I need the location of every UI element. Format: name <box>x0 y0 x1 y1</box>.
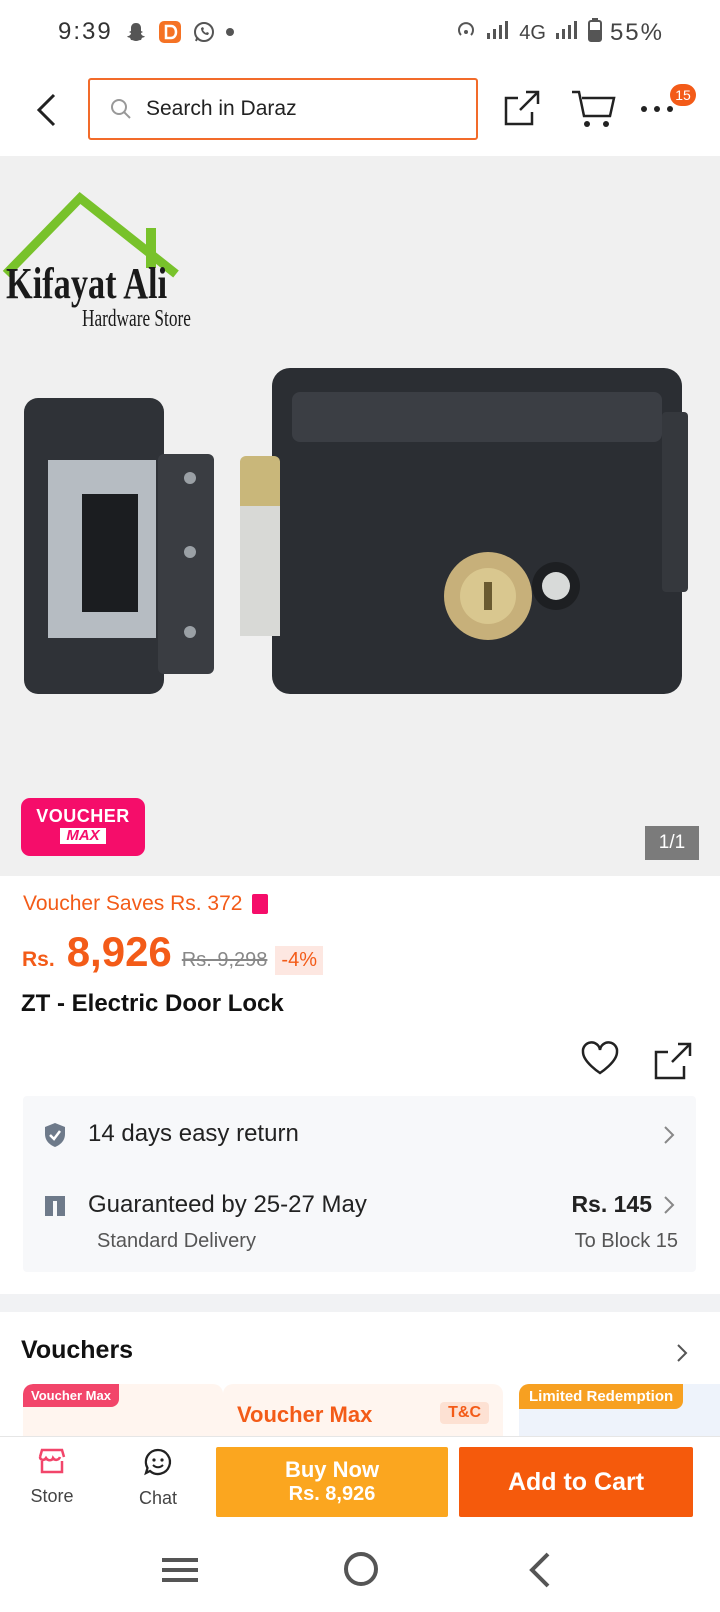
product-share-button[interactable] <box>652 1040 694 1082</box>
voucher-card-title: Voucher Max <box>237 1402 373 1427</box>
store-logo-title: Kifayat Ali <box>6 259 168 308</box>
delivery-location: To Block 15 <box>574 1230 678 1252</box>
whatsapp-icon <box>192 20 216 44</box>
discount-badge: -4% <box>275 946 323 975</box>
product-image <box>24 368 688 694</box>
network-type: 4G <box>519 21 546 44</box>
store-logo-subtitle: Hardware Store <box>82 306 191 332</box>
delivery-info-box: 14 days easy return Guaranteed by 25-27 … <box>23 1096 696 1272</box>
voucher-saves[interactable]: Voucher Saves Rs. 372 <box>23 892 269 916</box>
search-placeholder: Search in Daraz <box>146 97 297 120</box>
return-policy-text: 14 days easy return <box>88 1120 299 1147</box>
voucher-card[interactable]: Voucher Max T&C <box>223 1384 503 1444</box>
voucher-icon <box>252 894 269 914</box>
share-icon <box>504 90 540 126</box>
voucher-card[interactable]: Limited Redemption <box>519 1384 720 1444</box>
back-button[interactable] <box>26 88 66 132</box>
store-button[interactable]: Store <box>22 1447 82 1507</box>
search-icon <box>111 99 131 119</box>
delivery-box-icon <box>45 1196 65 1216</box>
share-icon <box>654 1042 692 1080</box>
section-divider <box>0 1294 720 1312</box>
vouchers-section-title[interactable]: Vouchers <box>21 1336 133 1365</box>
status-bar: 9:39 4G 55% <box>0 0 720 66</box>
delivery-type: Standard Delivery <box>97 1230 256 1252</box>
store-label: Store <box>30 1486 74 1506</box>
buy-now-button[interactable]: Buy Now Rs. 8,926 <box>216 1447 448 1517</box>
system-navigation-bar <box>0 1528 720 1612</box>
voucher-saves-text: Voucher Saves Rs. 372 <box>23 892 243 915</box>
daraz-app-icon <box>158 20 182 44</box>
search-input[interactable]: Search in Daraz <box>88 78 478 140</box>
notification-badge: 15 <box>670 84 696 106</box>
status-time: 9:39 <box>58 18 113 45</box>
home-icon[interactable] <box>342 1550 380 1588</box>
current-price: 8,926 <box>66 928 172 975</box>
voucher-max-badge: VOUCHER MAX <box>21 798 145 856</box>
battery-icon <box>587 18 602 48</box>
chevron-right-icon <box>664 1196 675 1214</box>
buy-now-label: Buy Now <box>284 1457 380 1482</box>
store-icon <box>38 1448 66 1474</box>
share-button[interactable] <box>502 88 542 128</box>
shield-check-icon <box>45 1123 65 1147</box>
recent-apps-icon[interactable] <box>160 1552 200 1588</box>
wishlist-button[interactable] <box>580 1040 620 1080</box>
more-dots-icon <box>641 106 673 112</box>
voucher-badge-text: VOUCHER <box>36 806 130 826</box>
image-counter: 1/1 <box>645 826 699 860</box>
snapchat-icon <box>124 20 148 44</box>
top-header: Search in Daraz 15 <box>0 66 720 156</box>
chevron-left-icon <box>36 93 56 127</box>
bottom-action-bar: Store Chat Buy Now Rs. 8,926 Add to Cart <box>0 1436 720 1528</box>
more-notifications-dot <box>226 28 234 36</box>
return-policy-row[interactable]: 14 days easy return <box>23 1096 696 1172</box>
cart-button[interactable] <box>570 86 616 130</box>
hotspot-icon <box>455 19 477 47</box>
heart-icon <box>581 1041 619 1075</box>
delivery-guarantee[interactable]: Guaranteed by 25-27 May <box>88 1191 367 1219</box>
buy-now-price: Rs. 8,926 <box>288 1483 376 1505</box>
signal-2-icon <box>554 19 580 47</box>
voucher-badge-subtext: MAX <box>60 828 106 844</box>
chevron-right-icon <box>677 1344 688 1362</box>
price-row: Rs. 8,926 Rs. 9,298 -4% <box>22 928 323 976</box>
back-icon[interactable] <box>524 1550 554 1590</box>
product-title: ZT - Electric Door Lock <box>21 990 284 1017</box>
chat-icon <box>144 1448 172 1476</box>
cart-icon <box>572 90 616 127</box>
notification-icons <box>124 20 234 44</box>
signal-icon <box>485 19 511 47</box>
delivery-fee[interactable]: Rs. 145 <box>571 1191 652 1218</box>
terms-conditions-button[interactable]: T&C <box>440 1402 489 1424</box>
chevron-right-icon <box>664 1126 675 1144</box>
chat-label: Chat <box>138 1488 178 1508</box>
add-to-cart-button[interactable]: Add to Cart <box>459 1447 693 1517</box>
original-price: Rs. 9,298 <box>181 949 268 971</box>
voucher-card[interactable]: Voucher Max <box>23 1384 223 1444</box>
voucher-card-tag: Limited Redemption <box>519 1384 684 1409</box>
system-status: 4G 55% <box>455 18 664 48</box>
price-currency: Rs. <box>22 948 55 971</box>
battery-percent: 55% <box>609 19 664 46</box>
voucher-card-tag: Voucher Max <box>23 1384 119 1407</box>
chat-button[interactable]: Chat <box>128 1447 188 1509</box>
